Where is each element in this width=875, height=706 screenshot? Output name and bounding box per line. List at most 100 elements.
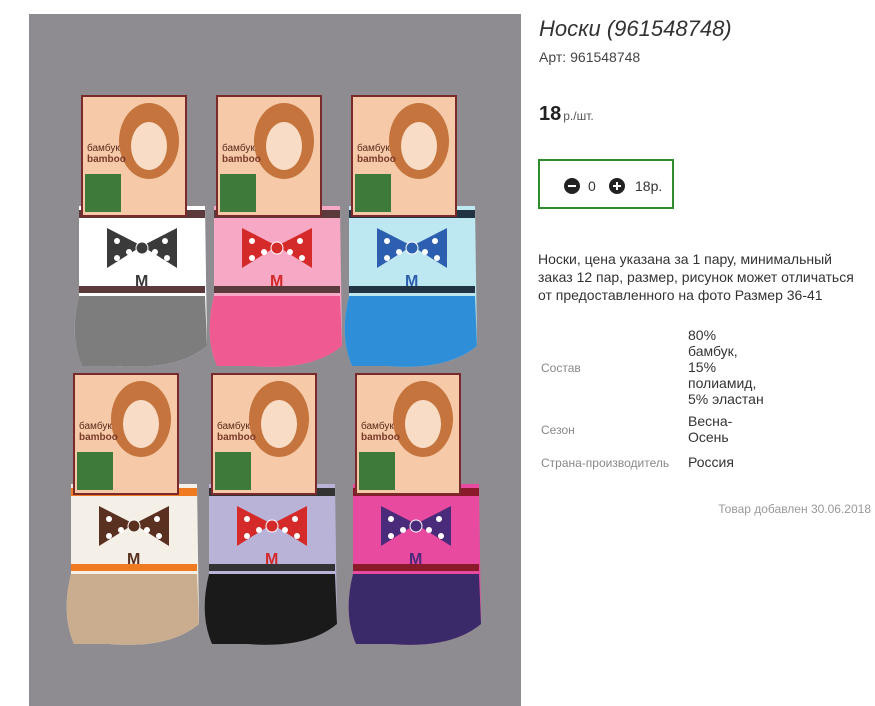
label-en: bamboo — [361, 432, 400, 443]
leaf-image — [220, 174, 256, 212]
property-key: Сезон — [541, 423, 575, 437]
bow-dot — [114, 255, 120, 261]
model-face — [261, 400, 297, 448]
article-line: Арт: 961548748 — [539, 49, 640, 65]
bow-dot — [297, 238, 303, 244]
label-ru: бамбук — [357, 142, 390, 154]
bow-dot — [294, 533, 300, 539]
bow-dot — [261, 249, 267, 255]
label-en: bamboo — [79, 432, 118, 443]
bow-dot — [384, 238, 390, 244]
sock-pair: бамбукbamboo M — [209, 95, 342, 367]
sock-toe — [66, 574, 199, 645]
bow-dot — [299, 255, 305, 261]
sock-letter: M — [127, 551, 140, 568]
bow-knot — [409, 519, 423, 533]
sock-toe — [204, 574, 337, 645]
bow-knot — [265, 519, 279, 533]
property-value: Россия — [688, 454, 734, 470]
model-face — [123, 400, 159, 448]
bow-dot — [396, 249, 402, 255]
quantity-value: 0 — [588, 178, 596, 194]
sock-letter: M — [265, 551, 278, 568]
bow-dot — [436, 516, 442, 522]
sock-pair: бамбукbamboo M — [66, 373, 199, 645]
model-face — [266, 122, 302, 170]
property-key: Состав — [541, 361, 581, 375]
bow-dot — [249, 255, 255, 261]
bow-dot — [438, 533, 444, 539]
sock-toe — [344, 296, 477, 367]
property-key: Страна-производитель — [541, 456, 670, 470]
bow-dot — [244, 533, 250, 539]
label-ru: бамбук — [222, 142, 255, 154]
bow-dot — [434, 255, 440, 261]
sock-pair: бамбукbamboo M — [74, 95, 207, 367]
bow-dot — [256, 527, 262, 533]
bow-dot — [426, 527, 432, 533]
article-label: Арт: — [539, 49, 567, 65]
sock-toe — [74, 296, 207, 367]
bow-dot — [384, 255, 390, 261]
bow-dot — [126, 249, 132, 255]
sock-letter: M — [409, 551, 422, 568]
bow-dot — [432, 238, 438, 244]
bow-knot — [270, 241, 284, 255]
leaf-image — [359, 452, 395, 490]
sock-pair: бамбукbamboo M — [348, 373, 481, 645]
product-title: Носки (961548748) — [539, 16, 732, 41]
label-ru: бамбук — [217, 420, 250, 432]
label-en: bamboo — [222, 154, 261, 165]
bow-dot — [118, 527, 124, 533]
minus-circle-icon[interactable] — [564, 178, 580, 194]
bow-dot — [106, 516, 112, 522]
property-value: 80% бамбук, 15% полиамид, 5% эластан — [688, 327, 764, 407]
bow-dot — [292, 516, 298, 522]
price: 18 р./шт. — [539, 103, 594, 126]
property-row: Страна-производитель Россия — [538, 449, 766, 477]
properties-table: Состав 80% бамбук, 15% полиамид, 5% элас… — [538, 325, 766, 477]
sock-toe — [209, 296, 342, 367]
property-row: Состав 80% бамбук, 15% полиамид, 5% элас… — [538, 325, 766, 411]
bow-dot — [388, 533, 394, 539]
sock-pair: бамбукbamboo M — [344, 95, 477, 367]
leaf-image — [215, 452, 251, 490]
label-ru: бамбук — [79, 420, 112, 432]
model-face — [131, 122, 167, 170]
label-en: bamboo — [217, 432, 256, 443]
sock-pair: бамбукbamboo M — [204, 373, 337, 645]
bow-dot — [144, 527, 150, 533]
bow-dot — [156, 533, 162, 539]
bow-dot — [106, 533, 112, 539]
bow-dot — [422, 249, 428, 255]
quantity-sum: 18р. — [635, 178, 663, 194]
label-ru: бамбук — [87, 142, 120, 154]
bow-dot — [282, 527, 288, 533]
plus-circle-icon[interactable] — [609, 178, 625, 194]
label-en: bamboo — [357, 154, 396, 165]
product-description: Носки, цена указана за 1 пару, минимальн… — [538, 251, 854, 303]
bow-dot — [162, 238, 168, 244]
leaf-image — [77, 452, 113, 490]
bow-dot — [152, 249, 158, 255]
product-photo[interactable]: бамбук bamboo Mбамбук bamboo Mбамбук bamboo Mб… — [29, 14, 521, 706]
bow-dot — [154, 516, 160, 522]
bow-dot — [400, 527, 406, 533]
article-value: 961548748 — [570, 49, 641, 65]
price-value: 18 — [539, 103, 562, 125]
leaf-image — [355, 174, 391, 212]
bow-dot — [164, 255, 170, 261]
price-unit: р./шт. — [563, 109, 594, 123]
added-date: Товар добавлен 30.06.2018 — [718, 502, 871, 516]
bow-dot — [388, 516, 394, 522]
bow-dot — [244, 516, 250, 522]
sock-letter: M — [405, 273, 418, 290]
bow-knot — [135, 241, 149, 255]
model-face — [401, 122, 437, 170]
bow-dot — [287, 249, 293, 255]
property-value: Весна-Осень — [688, 413, 733, 445]
model-face — [405, 400, 441, 448]
bow-dot — [114, 238, 120, 244]
quantity-stepper: 0 18р. — [538, 159, 674, 209]
label-en: bamboo — [87, 154, 126, 165]
